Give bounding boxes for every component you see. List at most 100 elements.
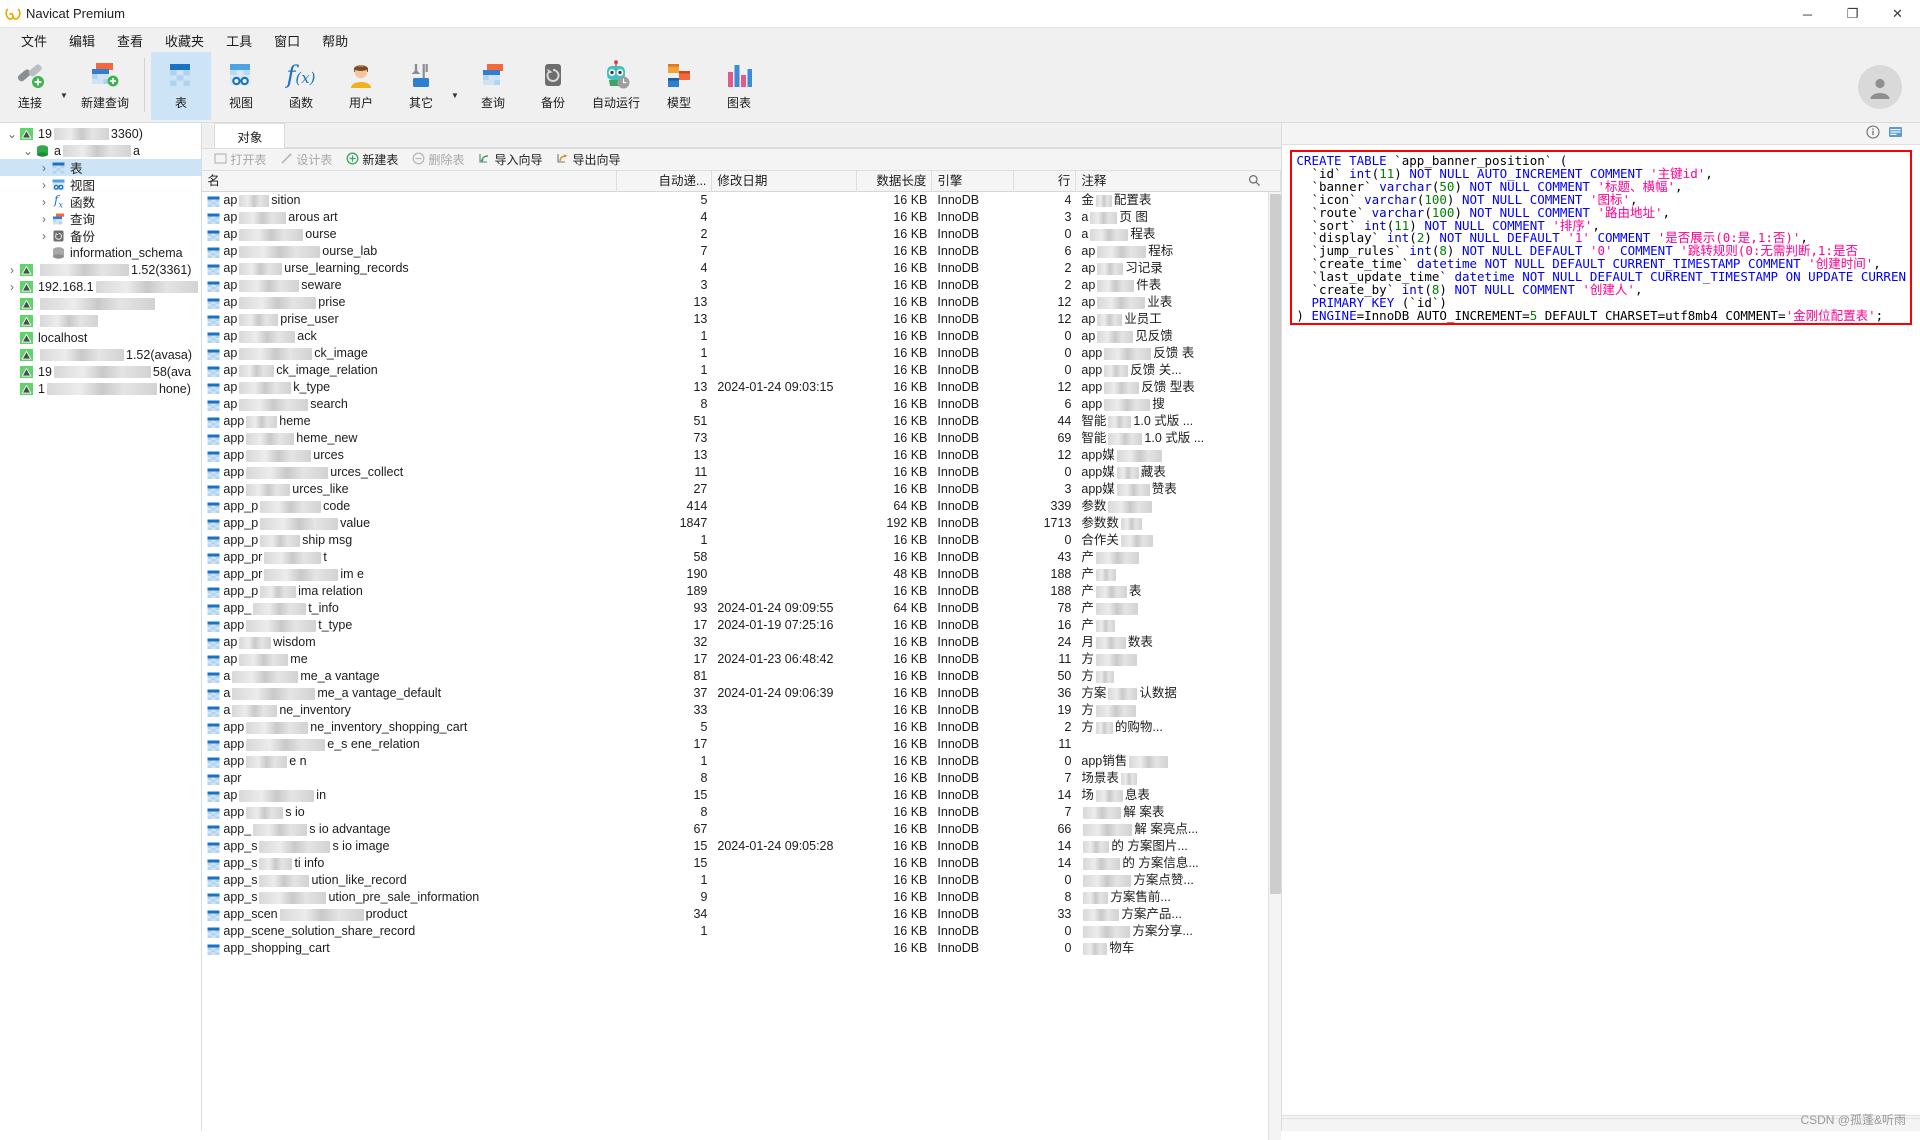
table-row[interactable]: app_sxution_like_record 1 16 KB InnoDB 0 x方案点… [202,872,1281,889]
table-row[interactable]: apxin 15 16 KB InnoDB 14 场x息表 [202,787,1281,804]
ribbon-button-automation[interactable]: 自动运行 [583,52,649,120]
table-row[interactable]: appxheme 51 16 KB InnoDB 44 智能x1.0 式版 ... [202,413,1281,430]
grid-column-header-1[interactable]: 自动递... [617,170,713,192]
tree-node-10[interactable]: x [0,295,201,312]
table-row[interactable]: app_pxima relation 189 16 KB InnoDB 188 产x表 [202,583,1281,600]
object-toolbar-import-wizard[interactable]: 导入向导 [472,150,548,169]
table-row[interactable]: axme_a vantage 81 16 KB InnoDB 50 方x [202,668,1281,685]
table-row[interactable]: app_prxim e 190 48 KB InnoDB 188 产x [202,566,1281,583]
ribbon-button-model[interactable]: 模型 [649,52,709,120]
menu-help[interactable]: 帮助 [311,29,359,52]
table-row[interactable]: apxk_type 13 2024-01-24 09:03:15 16 KB InnoD… [202,379,1281,396]
table-row[interactable]: app_pxship msg 1 16 KB InnoDB 0 合作关x [202,532,1281,549]
chevron-down-icon[interactable]: ⌄ [22,144,34,158]
maximize-button[interactable]: ❐ [1830,0,1875,28]
tree-node-6[interactable]: › 备份 [0,227,201,245]
table-row[interactable]: apxprise 13 16 KB InnoDB 12 apx业表 [202,294,1281,311]
grid-body[interactable]: apxsition 5 16 KB InnoDB 4 金x配置表 apxarous art 4… [202,192,1282,1140]
menu-view[interactable]: 查看 [106,29,154,52]
object-toolbar-export-wizard[interactable]: 导出向导 [550,150,626,169]
search-icon[interactable] [1248,174,1261,190]
grid-column-header-0[interactable]: 名 [202,170,618,192]
ribbon-button-query[interactable]: 查询 [463,52,523,120]
table-row[interactable]: apxseware 3 16 KB InnoDB 2 apx件表 [202,277,1281,294]
tree-node-3[interactable]: › 视图 [0,176,201,194]
table-row[interactable]: axne_inventory 33 16 KB InnoDB 19 方x [202,702,1281,719]
grid-scroll-thumb[interactable] [1270,194,1282,894]
ribbon-button-connection[interactable]: 连接 [0,52,60,120]
chevron-right-icon[interactable]: › [38,161,50,175]
ribbon-button-new-query[interactable]: 新建查询 [72,52,138,120]
tree-node-14[interactable]: 19x58(ava [0,363,201,380]
chevron-right-icon[interactable]: › [6,263,18,277]
table-row[interactable]: apxme 17 2024-01-23 06:48:42 16 KB InnoDB 11 方… [202,651,1281,668]
table-row[interactable]: axme_a vantage_default 37 2024-01-24 09:06… [202,685,1281,702]
menu-file[interactable]: 文件 [10,29,58,52]
grid-vertical-scrollbar[interactable] [1268,192,1282,1140]
tree-node-7[interactable]: information_schema [0,244,201,261]
chevron-right-icon[interactable]: › [38,178,50,192]
table-row[interactable]: apxourse 2 16 KB InnoDB 0 ax程表 [202,226,1281,243]
table-row[interactable]: appxne_inventory_shopping_cart 5 16 KB Inno… [202,719,1281,736]
tree-node-5[interactable]: › 查询 [0,210,201,228]
ribbon-button-chart[interactable]: 图表 [709,52,769,120]
grid-column-header-5[interactable]: 行 [1014,170,1077,192]
grid-column-header-4[interactable]: 引擎 [932,170,1015,192]
ribbon-button-backup[interactable]: 备份 [523,52,583,120]
menu-window[interactable]: 窗口 [263,29,311,52]
table-row[interactable]: app_shopping_cart 16 KB InnoDB 0 x物车 [202,940,1281,957]
table-row[interactable]: app_xt_info 93 2024-01-24 09:09:55 64 KB Inn… [202,600,1281,617]
table-row[interactable]: apxack 1 16 KB InnoDB 0 apx见反馈 [202,328,1281,345]
table-row[interactable]: app_pxvalue 1847 192 KB InnoDB 1713 参数数x [202,515,1281,532]
table-row[interactable]: app_sxution_pre_sale_information 9 16 KB In… [202,889,1281,906]
menu-tools[interactable]: 工具 [215,29,263,52]
ribbon-button-others[interactable]: 其它 [391,52,451,120]
object-toolbar-new-table[interactable]: 新建表 [340,150,404,169]
menu-favorites[interactable]: 收藏夹 [154,29,215,52]
ribbon-button-function[interactable]: f(x) 函数 [271,52,331,120]
table-row[interactable]: apxck_image_relation 1 16 KB InnoDB 0 appx反馈 … [202,362,1281,379]
grid-column-header-3[interactable]: 数据长度 [857,170,933,192]
table-row[interactable]: app_scene_solution_share_record 1 16 KB Inn… [202,923,1281,940]
table-row[interactable]: appxurces_like 27 16 KB InnoDB 3 app媒x赞表 [202,481,1281,498]
tab-objects[interactable]: 对象 [214,123,286,148]
table-row[interactable]: apxsition 5 16 KB InnoDB 4 金x配置表 [202,192,1281,209]
ribbon-button-view[interactable]: 视图 [211,52,271,120]
tree-node-2[interactable]: › 表 [0,159,202,176]
table-row[interactable]: appxe_s ene_relation 17 16 KB InnoDB 11 [202,736,1281,753]
chevron-down-icon[interactable]: ▼ [451,91,463,100]
table-row[interactable]: apxsearch 8 16 KB InnoDB 6 appx搜 [202,396,1281,413]
table-row[interactable]: appxurces 13 16 KB InnoDB 12 app媒x [202,447,1281,464]
ribbon-button-user[interactable]: 用户 [331,52,391,120]
info-icon[interactable] [1866,125,1880,142]
tree-node-12[interactable]: localhost [0,329,201,346]
table-row[interactable]: appxheme_new 73 16 KB InnoDB 69 智能x1.0 式版 ... [202,430,1281,447]
menu-edit[interactable]: 编辑 [58,29,106,52]
table-row[interactable]: apxurse_learning_records 4 16 KB InnoDB 2 apx… [202,260,1281,277]
chevron-right-icon[interactable]: › [38,229,50,243]
table-row[interactable]: appxe n 1 16 KB InnoDB 0 app销售x [202,753,1281,770]
avatar[interactable] [1858,65,1902,109]
tree-node-1[interactable]: ⌄ axa [0,142,201,159]
table-row[interactable]: app_sxti info 15 16 KB InnoDB 14 x的 方案信息... [202,855,1281,872]
tree-node-13[interactable]: x1.52(avasa) [0,346,201,363]
chevron-right-icon[interactable]: › [38,195,50,209]
chevron-down-icon[interactable]: ▼ [60,91,72,100]
table-row[interactable]: apxwisdom 32 16 KB InnoDB 24 月x数表 [202,634,1281,651]
table-row[interactable]: apxourse_lab 7 16 KB InnoDB 6 apx程标 [202,243,1281,260]
chevron-down-icon[interactable]: ⌄ [6,127,18,141]
table-row[interactable]: appxt_type 17 2024-01-19 07:25:16 16 KB Inno… [202,617,1281,634]
tree-node-11[interactable]: x [0,312,201,329]
table-row[interactable]: appxs io 8 16 KB InnoDB 7 x解 案表 [202,804,1281,821]
table-row[interactable]: app_scenxproduct 34 16 KB InnoDB 33 x方案产品... [202,906,1281,923]
table-row[interactable]: apxarous art 4 16 KB InnoDB 3 ax页 图 [202,209,1281,226]
tree-node-9[interactable]: › 192.168.1x [0,278,201,295]
table-row[interactable]: app_prxt 58 16 KB InnoDB 43 产x [202,549,1281,566]
table-row[interactable]: appxurces_collect 11 16 KB InnoDB 0 app媒x藏表 [202,464,1281,481]
close-button[interactable]: ✕ [1875,0,1920,28]
table-row[interactable]: app_sxs io image 15 2024-01-24 09:05:28 16 … [202,838,1281,855]
tree-node-0[interactable]: ⌄ 19x3360) [0,125,201,142]
tree-node-15[interactable]: 1xhone) [0,380,201,397]
tree-node-8[interactable]: › x1.52(3361) [0,261,201,278]
tree-node-4[interactable]: › fx 函数 [0,193,201,210]
